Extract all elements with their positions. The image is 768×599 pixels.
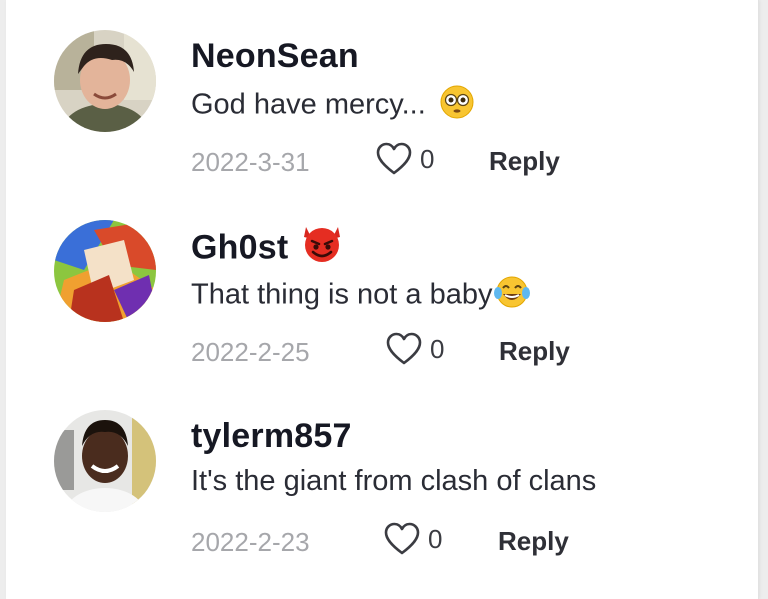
heart-outline-icon (376, 142, 412, 175)
flushed-face-icon (440, 85, 474, 127)
comment-date: 2022-3-31 (191, 147, 310, 177)
reply-button[interactable]: Reply (489, 146, 560, 177)
heart-outline-icon (384, 522, 420, 555)
avatar[interactable] (54, 410, 156, 512)
comment-date: 2022-2-25 (191, 337, 310, 367)
reply-button[interactable]: Reply (498, 526, 569, 557)
comment-item: Gh0st That thing is not a baby 2022-2-25… (6, 220, 758, 390)
smiling-devil-face-icon (298, 221, 346, 272)
like-button[interactable]: 0 (386, 332, 444, 366)
comment-item: tylerm857 It's the giant from clash of c… (6, 410, 758, 580)
heart-outline-icon (386, 332, 422, 365)
comment-text: God have mercy... (191, 85, 474, 127)
like-count: 0 (428, 523, 443, 554)
comments-panel: NeonSean God have mercy... 2022-3-31 0 R… (6, 0, 759, 599)
comment-username[interactable]: Gh0st (191, 227, 346, 272)
avatar[interactable] (54, 220, 156, 322)
like-count: 0 (420, 143, 435, 174)
reply-button[interactable]: Reply (499, 336, 570, 367)
comment-date: 2022-2-23 (191, 527, 310, 557)
like-count: 0 (430, 333, 445, 364)
tears-of-joy-face-icon (494, 275, 531, 317)
like-button[interactable]: 0 (384, 522, 442, 556)
comment-text: It's the giant from clash of clans (191, 465, 597, 497)
comment-text: That thing is not a baby (191, 275, 531, 317)
comment-username[interactable]: tylerm857 (191, 417, 352, 456)
comment-username[interactable]: NeonSean (191, 37, 359, 76)
like-button[interactable]: 0 (376, 142, 434, 176)
avatar[interactable] (54, 30, 156, 132)
comment-item: NeonSean God have mercy... 2022-3-31 0 R… (6, 30, 758, 200)
